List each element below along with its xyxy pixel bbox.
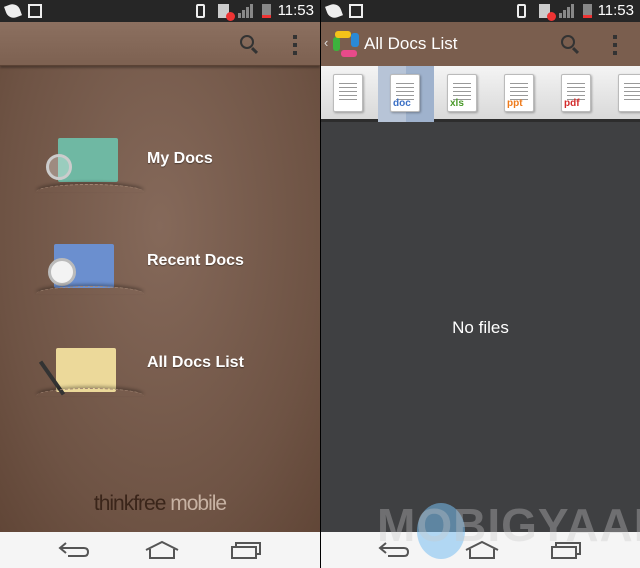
menu-item-all-docs-list[interactable]: All Docs List <box>36 336 296 406</box>
back-icon[interactable] <box>58 540 90 560</box>
overflow-menu-icon[interactable] <box>293 35 297 55</box>
up-caret-icon[interactable]: ‹ <box>324 35 328 50</box>
menu-label: All Docs List <box>147 354 244 371</box>
file-type-tabs: doc xls ppt pdf <box>321 66 640 122</box>
docs-folder-icon <box>56 348 116 392</box>
tab-doc[interactable]: doc <box>378 66 434 122</box>
brand-part1: thinkfree <box>93 492 167 515</box>
file-list: No files <box>321 122 640 532</box>
file-type-icon: doc <box>390 74 420 112</box>
brand-part2: mobile <box>170 492 227 515</box>
file-type-icon: pdf <box>561 74 591 112</box>
status-bar: 11:53 <box>0 0 320 22</box>
leaf-icon <box>325 2 343 20</box>
file-ext-label: doc <box>393 98 411 109</box>
overflow-menu-icon[interactable] <box>613 35 617 55</box>
tab-pdf[interactable]: pdf <box>549 66 605 122</box>
screen-title: All Docs List <box>364 34 458 53</box>
search-icon[interactable] <box>561 35 575 49</box>
magnifier-icon <box>46 154 72 180</box>
file-type-icon <box>618 74 640 112</box>
clock-icon <box>48 258 76 286</box>
menu-label: Recent Docs <box>147 252 244 269</box>
tab-all[interactable] <box>321 66 377 122</box>
file-type-icon <box>333 74 363 112</box>
pocket <box>36 388 144 396</box>
pocket <box>36 184 144 192</box>
battery-icon <box>262 4 271 18</box>
file-type-icon: xls <box>447 74 477 112</box>
signal-icon <box>559 4 574 18</box>
leaf-icon <box>4 2 22 20</box>
search-icon[interactable] <box>240 35 254 49</box>
tab-ppt[interactable]: ppt <box>492 66 548 122</box>
app-logo[interactable] <box>333 31 359 57</box>
file-ext-label: ppt <box>507 98 523 109</box>
file-ext-label: pdf <box>564 98 580 109</box>
left-screen: 11:53 My Docs Recent Docs All Docs List … <box>0 0 320 568</box>
action-bar: ‹ All Docs List <box>321 22 640 66</box>
clock: 11:53 <box>597 2 634 19</box>
file-ext-label: xls <box>450 98 464 109</box>
home-icon[interactable] <box>144 540 180 560</box>
brand-logo: thinkfree mobile <box>0 492 320 516</box>
vibrate-icon <box>517 4 526 18</box>
file-type-icon: ppt <box>504 74 534 112</box>
menu-item-recent-docs[interactable]: Recent Docs <box>36 234 296 304</box>
clock: 11:53 <box>277 2 314 19</box>
sim-error-icon <box>547 12 556 21</box>
vibrate-icon <box>196 4 205 18</box>
menu-label: My Docs <box>147 150 213 167</box>
empty-message: No files <box>452 318 509 337</box>
pocket <box>36 286 144 294</box>
image-icon <box>349 4 363 18</box>
image-icon <box>28 4 42 18</box>
recent-apps-icon[interactable] <box>230 540 264 560</box>
tab-xls[interactable]: xls <box>435 66 491 122</box>
right-screen: 11:53 ‹ All Docs List doc xls ppt pdf No fi… <box>321 0 640 568</box>
watermark: MOBIGYAAN <box>377 499 640 551</box>
sim-error-icon <box>226 12 235 21</box>
menu-item-my-docs[interactable]: My Docs <box>36 132 296 202</box>
navigation-bar <box>0 532 320 568</box>
tab-more[interactable] <box>606 66 640 122</box>
signal-icon <box>238 4 253 18</box>
action-bar <box>0 22 320 66</box>
battery-icon <box>583 4 592 18</box>
status-bar: 11:53 <box>321 0 640 22</box>
